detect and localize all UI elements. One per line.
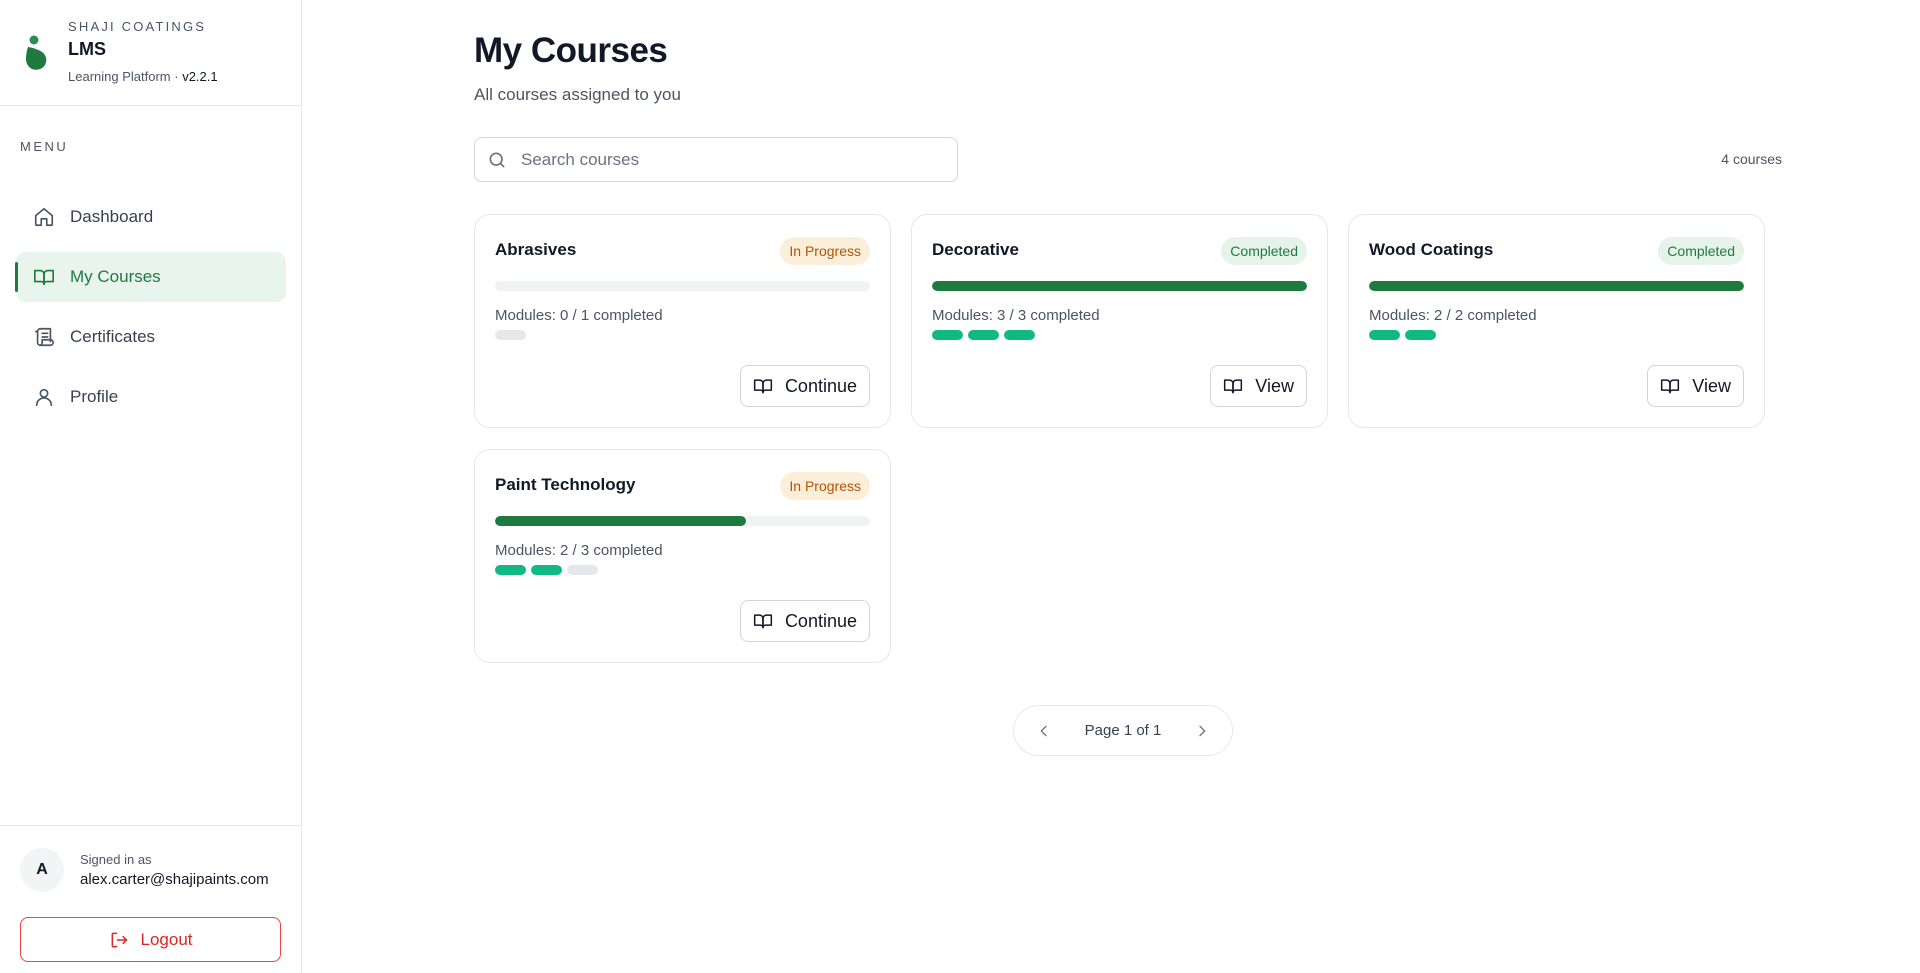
book-open-icon: [753, 376, 773, 396]
course-card-wood-coatings: Wood Coatings Completed Modules: 2 / 2 c…: [1348, 214, 1765, 428]
book-open-icon: [753, 611, 773, 631]
course-title: Decorative: [932, 240, 1019, 259]
brand-name: LMS: [68, 39, 106, 59]
status-badge: In Progress: [780, 472, 870, 500]
module-indicators: [1369, 330, 1441, 340]
brand-header: SHAJI COATINGS LMS Learning Platform · v…: [0, 0, 301, 106]
module-indicators: [932, 330, 1040, 340]
progress-bar-fill: [932, 281, 1307, 291]
sidebar-item-label: My Courses: [70, 267, 161, 286]
chevron-left-icon: [1040, 725, 1047, 736]
progress-bar-fill: [1369, 281, 1744, 291]
view-button[interactable]: View: [1210, 365, 1307, 407]
book-open-icon: [32, 265, 56, 289]
scroll-icon: [32, 325, 56, 349]
modules-text: Modules: 3 / 3 completed: [932, 307, 1100, 324]
search-icon: [487, 150, 507, 170]
book-open-icon: [1223, 376, 1243, 396]
progress-bar: [495, 516, 870, 526]
signed-in-email: alex.carter@shajipaints.com: [80, 871, 269, 888]
sidebar-item-label: Profile: [70, 387, 119, 406]
continue-button[interactable]: Continue: [739, 365, 870, 407]
brand-company: SHAJI COATINGS: [68, 19, 207, 34]
next-page-button[interactable]: [1192, 721, 1212, 741]
modules-text: Modules: 2 / 3 completed: [495, 542, 663, 559]
avatar: A: [20, 848, 64, 892]
status-badge: Completed: [1658, 237, 1744, 265]
module-dot-completed: [968, 330, 999, 340]
button-label: Continue: [784, 610, 857, 631]
progress-bar-fill: [495, 516, 747, 526]
menu-label: MENU: [20, 139, 69, 154]
button-label: View: [1692, 375, 1731, 396]
module-dot-completed: [932, 330, 963, 340]
sidebar-item-dashboard[interactable]: Dashboard: [16, 192, 286, 242]
course-title: Wood Coatings: [1369, 240, 1494, 259]
sidebar-nav: Dashboard My Courses Certificates Profil…: [15, 192, 286, 432]
search-input[interactable]: [521, 149, 921, 170]
sidebar: SHAJI COATINGS LMS Learning Platform · v…: [0, 0, 302, 973]
home-icon: [32, 205, 56, 229]
module-indicators: [495, 330, 531, 340]
progress-bar: [495, 281, 870, 291]
brand-separator: ·: [170, 69, 183, 84]
modules-text: Modules: 0 / 1 completed: [495, 307, 663, 324]
sidebar-item-certificates[interactable]: Certificates: [16, 312, 286, 362]
module-dot-completed: [1004, 330, 1035, 340]
module-dot-completed: [531, 565, 562, 575]
modules-text: Modules: 2 / 2 completed: [1369, 307, 1537, 324]
course-card-abrasives: Abrasives In Progress Modules: 0 / 1 com…: [474, 214, 891, 428]
brand-version: v2.2.1: [182, 69, 218, 84]
progress-bar: [1369, 281, 1744, 291]
prev-page-button[interactable]: [1034, 721, 1054, 741]
chevron-right-icon: [1199, 725, 1206, 736]
book-open-icon: [1660, 376, 1680, 396]
course-count: 4 courses: [1721, 151, 1782, 167]
continue-button[interactable]: Continue: [739, 600, 870, 642]
module-dot-completed: [1369, 330, 1400, 340]
page-indicator: Page 1 of 1: [1084, 722, 1162, 739]
button-label: View: [1255, 375, 1294, 396]
module-dot-completed: [1405, 330, 1436, 340]
button-label: Continue: [784, 375, 857, 396]
course-title: Abrasives: [495, 240, 577, 259]
brand-subtitle: Learning Platform · v2.2.1: [68, 69, 218, 84]
view-button[interactable]: View: [1647, 365, 1744, 407]
course-card-paint-technology: Paint Technology In Progress Modules: 2 …: [474, 449, 891, 663]
module-dot-pending: [495, 330, 526, 340]
page-subtitle: All courses assigned to you: [474, 85, 681, 104]
search-box[interactable]: [474, 137, 958, 182]
status-badge: Completed: [1221, 237, 1307, 265]
sidebar-item-my-courses[interactable]: My Courses: [15, 252, 286, 302]
sidebar-item-label: Dashboard: [70, 207, 154, 226]
sidebar-item-label: Certificates: [70, 327, 156, 346]
brand-subtitle-text: Learning Platform: [68, 69, 171, 84]
signed-in-label: Signed in as: [80, 852, 152, 867]
status-badge: In Progress: [780, 237, 870, 265]
user-block: A Signed in as alex.carter@shajipaints.c…: [0, 825, 301, 973]
module-dot-pending: [567, 565, 598, 575]
pagination: Page 1 of 1: [1013, 705, 1233, 756]
module-dot-completed: [495, 565, 526, 575]
user-icon: [32, 385, 56, 409]
progress-bar: [932, 281, 1307, 291]
page-title: My Courses: [474, 31, 668, 70]
sidebar-item-profile[interactable]: Profile: [16, 372, 286, 422]
logout-button[interactable]: Logout: [20, 917, 281, 962]
logout-label: Logout: [140, 929, 193, 949]
course-card-decorative: Decorative Completed Modules: 3 / 3 comp…: [911, 214, 1328, 428]
brand-logo-icon: [26, 35, 47, 70]
main-content: My Courses All courses assigned to you 4…: [302, 0, 1920, 973]
logout-icon: [109, 930, 129, 950]
course-title: Paint Technology: [495, 475, 636, 494]
module-indicators: [495, 565, 603, 575]
